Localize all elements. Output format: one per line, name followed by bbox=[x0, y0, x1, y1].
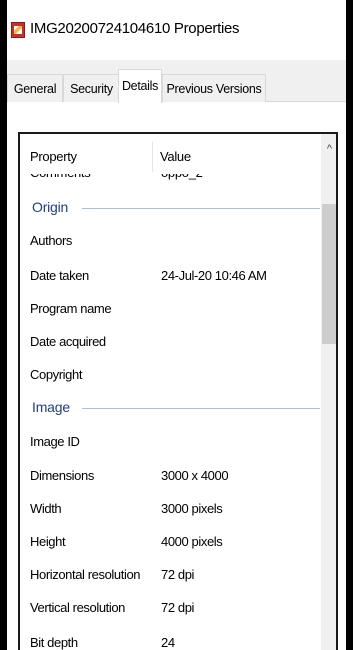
column-separator[interactable] bbox=[152, 142, 153, 172]
list-item[interactable]: Copyright bbox=[20, 363, 320, 387]
row-key: Height bbox=[30, 534, 66, 549]
row-key: Copyright bbox=[30, 367, 83, 382]
group-label: Image bbox=[32, 399, 74, 415]
column-header-value[interactable]: Value bbox=[160, 149, 191, 164]
row-key: Horizontal resolution bbox=[30, 567, 141, 582]
row-value: 72 dpi bbox=[161, 600, 195, 615]
group-label: Origin bbox=[32, 199, 73, 215]
row-key: Dimensions bbox=[30, 468, 94, 483]
row-value: 24-Jul-20 10:46 AM bbox=[161, 268, 267, 283]
list-item[interactable]: Authors bbox=[20, 229, 320, 253]
row-key: Program name bbox=[30, 301, 112, 316]
row-value: 4000 pixels bbox=[161, 534, 223, 549]
list-item[interactable]: Date acquired bbox=[20, 330, 320, 354]
list-item[interactable]: Image ID bbox=[20, 430, 320, 454]
list-item[interactable]: Bit depth 24 bbox=[20, 631, 320, 650]
title-bar[interactable]: IMG20200724104610 Properties bbox=[7, 0, 346, 60]
row-key: Vertical resolution bbox=[30, 600, 126, 615]
list-item[interactable]: Date taken 24-Jul-20 10:46 AM bbox=[20, 264, 320, 288]
column-header-row: Property Value bbox=[20, 134, 320, 174]
properties-window: IMG20200724104610 Properties General Sec… bbox=[7, 0, 346, 650]
list-item[interactable]: Dimensions 3000 x 4000 bbox=[20, 464, 320, 488]
tab-details[interactable]: Details bbox=[118, 69, 162, 103]
column-header-property[interactable]: Property bbox=[30, 149, 77, 164]
row-key: Width bbox=[30, 501, 62, 516]
list-item[interactable]: Vertical resolution 72 dpi bbox=[20, 596, 320, 620]
list-item[interactable]: Height 4000 pixels bbox=[20, 530, 320, 554]
list-item[interactable]: Width 3000 pixels bbox=[20, 497, 320, 521]
row-value: 3000 x 4000 bbox=[161, 468, 229, 483]
image-file-icon bbox=[11, 22, 25, 38]
row-key: Date acquired bbox=[30, 334, 106, 349]
group-divider bbox=[82, 208, 320, 209]
row-key: Bit depth bbox=[30, 635, 78, 650]
row-value: 3000 pixels bbox=[161, 501, 223, 516]
group-divider bbox=[82, 408, 320, 409]
row-value: 24 bbox=[161, 635, 175, 650]
group-origin: Origin bbox=[20, 196, 320, 220]
list-item[interactable]: Horizontal resolution 72 dpi bbox=[20, 563, 320, 587]
row-key: Date taken bbox=[30, 268, 89, 283]
row-value: 72 dpi bbox=[161, 567, 195, 582]
scroll-thumb[interactable] bbox=[322, 204, 336, 344]
vertical-scrollbar[interactable]: ^ bbox=[321, 134, 336, 650]
scroll-up-icon[interactable]: ^ bbox=[321, 134, 336, 164]
row-key: Authors bbox=[30, 233, 73, 248]
row-key: Image ID bbox=[30, 434, 80, 449]
list-item[interactable]: Program name bbox=[20, 297, 320, 321]
properties-list[interactable]: Property Value Comments oppo_2 Origin Au… bbox=[18, 132, 338, 650]
window-title: IMG20200724104610 Properties bbox=[30, 20, 240, 37]
tab-general[interactable]: General bbox=[7, 74, 63, 102]
tab-security[interactable]: Security bbox=[63, 74, 120, 102]
group-image: Image bbox=[20, 396, 320, 420]
tab-previous-versions[interactable]: Previous Versions bbox=[162, 74, 266, 102]
